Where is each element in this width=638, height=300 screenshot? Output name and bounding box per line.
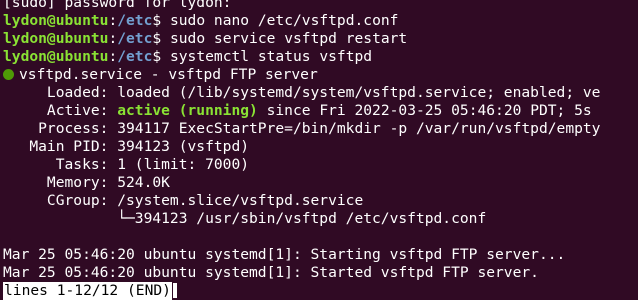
status-cgroup: CGroup: /system.slice/vsftpd.service [3, 192, 364, 209]
prompt-user: lydon@ubuntu [3, 30, 109, 47]
command-line-1: lydon@ubuntu:/etc$ sudo nano /etc/vsftpd… [3, 12, 399, 29]
status-process: Process: 394117 ExecStartPre=/bin/mkdir … [3, 120, 601, 137]
command-text: sudo service vsftpd restart [169, 30, 408, 47]
active-since: since Fri 2022-03-25 05:46:20 PDT; 5s [257, 102, 592, 119]
terminal-window[interactable]: [sudo] password for lydon: lydon@ubuntu:… [0, 0, 638, 300]
command-line-3: lydon@ubuntu:/etc$ systemctl status vsft… [3, 48, 373, 65]
pager-line[interactable]: lines 1-12/12 (END) [3, 282, 177, 300]
status-memory: Memory: 524.0K [3, 174, 170, 191]
pager-status: lines 1-12/12 (END) [3, 282, 172, 300]
command-line-2: lydon@ubuntu:/etc$ sudo service vsftpd r… [3, 30, 408, 47]
status-loaded: Loaded: loaded (/lib/systemd/system/vsft… [3, 84, 601, 101]
prompt-path: /etc [117, 30, 153, 47]
service-header-line: vsftpd.service - vsftpd FTP server [3, 66, 318, 84]
status-main-pid: Main PID: 394123 (vsftpd) [3, 138, 250, 155]
active-label: Active: [3, 102, 118, 119]
prompt-user: lydon@ubuntu [3, 48, 109, 65]
command-text: systemctl status vsftpd [169, 48, 373, 65]
active-state: active (running) [117, 102, 258, 119]
active-status-dot-icon [3, 69, 14, 80]
status-cgroup-child: └─394123 /usr/sbin/vsftpd /etc/vsftpd.co… [3, 210, 487, 227]
log-line-2: Mar 25 05:46:20 ubuntu systemd[1]: Start… [3, 264, 539, 281]
status-tasks: Tasks: 1 (limit: 7000) [3, 156, 250, 173]
prompt-symbol: $ [152, 30, 162, 47]
prompt-user: lydon@ubuntu [3, 12, 109, 29]
command-text: sudo nano /etc/vsftpd.conf [169, 12, 399, 29]
prompt-path: /etc [117, 48, 153, 65]
status-active: Active: active (running) since Fri 2022-… [3, 102, 592, 120]
prompt-symbol: $ [152, 12, 162, 29]
log-line-1: Mar 25 05:46:20 ubuntu systemd[1]: Start… [3, 246, 566, 263]
text-cursor [172, 283, 177, 298]
prompt-symbol: $ [152, 48, 162, 65]
prompt-path: /etc [117, 12, 153, 29]
sudo-password-line: [sudo] password for lydon: [3, 0, 232, 11]
service-header: vsftpd.service - vsftpd FTP server [19, 66, 318, 83]
